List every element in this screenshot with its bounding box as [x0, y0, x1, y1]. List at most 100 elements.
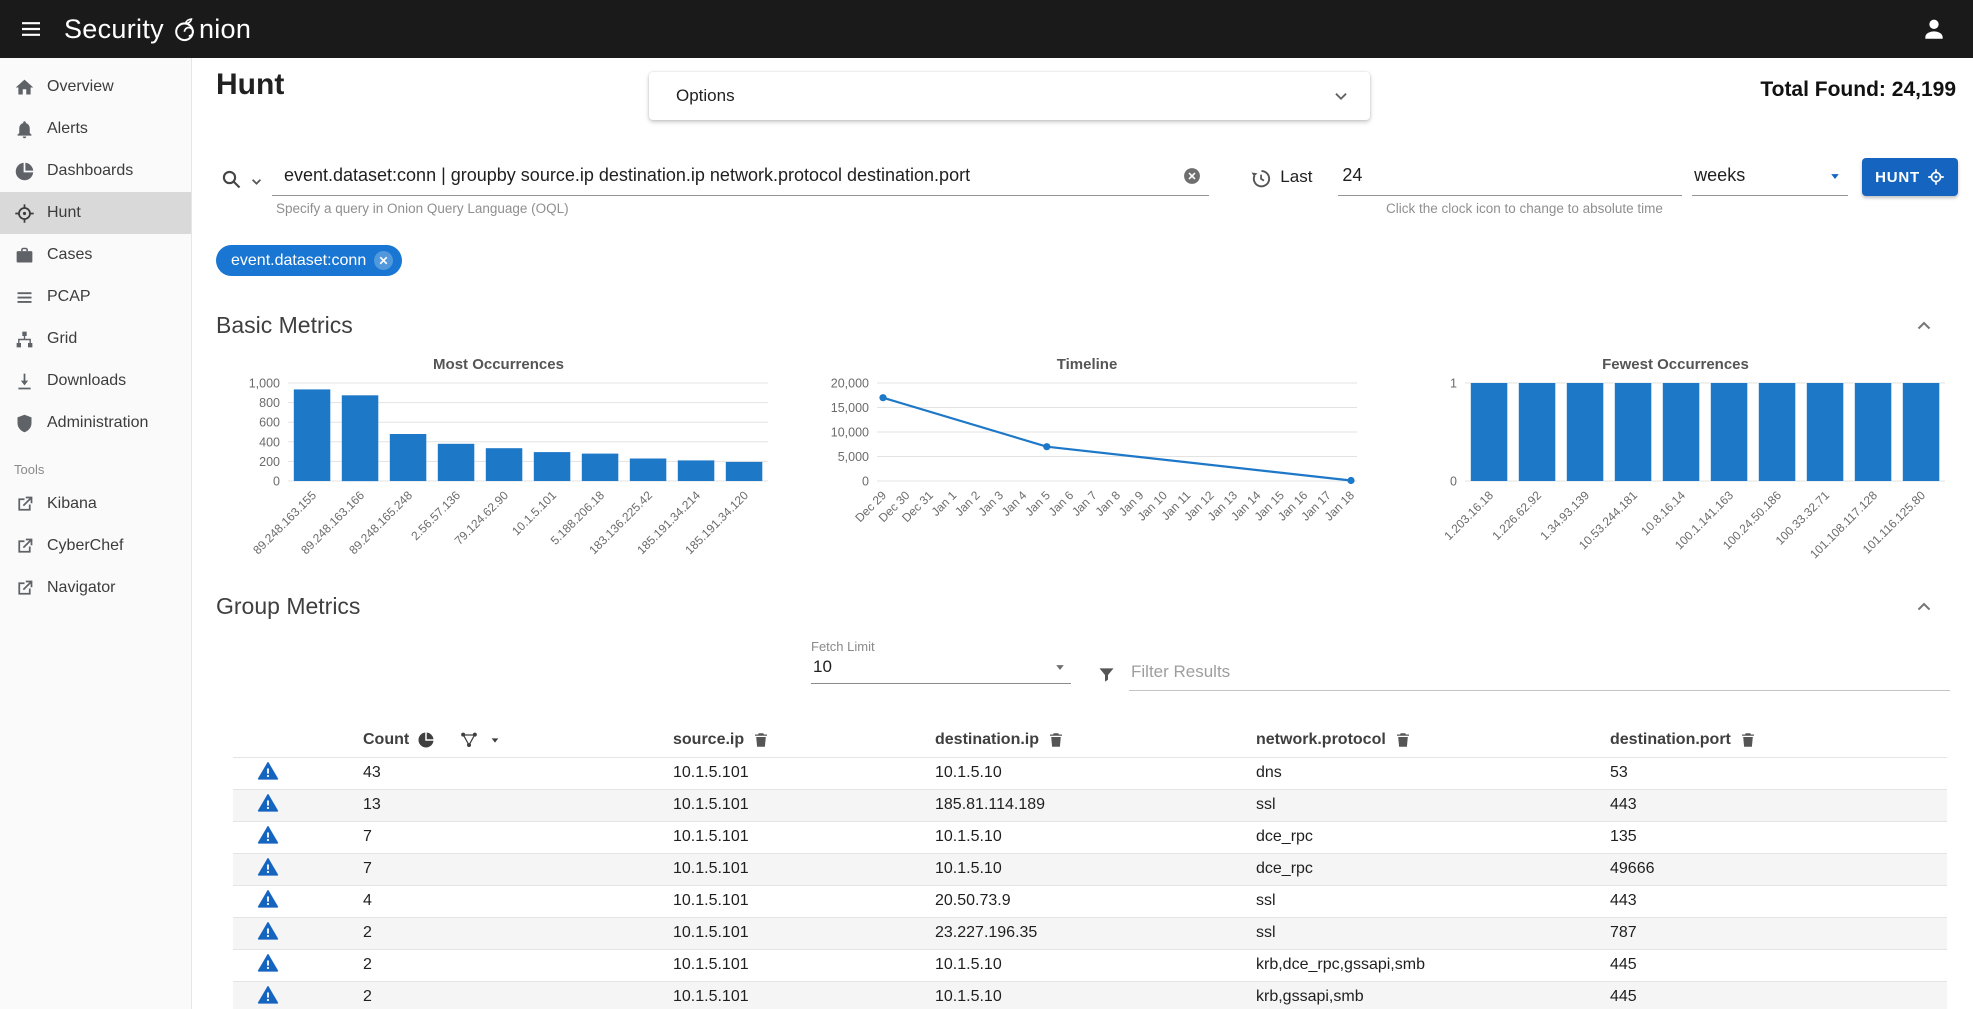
clear-query-icon[interactable]	[1179, 163, 1205, 189]
trash-icon[interactable]	[1739, 731, 1757, 749]
alert-triangle-icon[interactable]	[257, 984, 279, 1006]
sidebar-item-overview[interactable]: Overview	[0, 66, 191, 108]
cell-destination-ip[interactable]: 10.1.5.10	[935, 821, 1256, 853]
chart-title: Fewest Occurrences	[1393, 356, 1958, 375]
cell-network-protocol[interactable]: krb,gssapi,smb	[1256, 981, 1610, 1009]
alert-triangle-icon[interactable]	[257, 952, 279, 974]
sidebar-item-pcap[interactable]: PCAP	[0, 276, 191, 318]
cell-count[interactable]: 13	[363, 789, 673, 821]
cell-count[interactable]: 2	[363, 949, 673, 981]
cell-destination-port[interactable]: 787	[1610, 917, 1947, 949]
cell-network-protocol[interactable]: dce_rpc	[1256, 821, 1610, 853]
time-unit-select[interactable]: weeks	[1692, 158, 1848, 196]
column-header-count[interactable]: Count	[363, 731, 409, 749]
cell-network-protocol[interactable]: dns	[1256, 757, 1610, 789]
column-header-source-ip[interactable]: source.ip	[673, 731, 744, 749]
cell-source-ip[interactable]: 10.1.5.101	[673, 885, 935, 917]
cell-count[interactable]: 7	[363, 821, 673, 853]
cell-source-ip[interactable]: 10.1.5.101	[673, 789, 935, 821]
sidebar-item-cyberchef[interactable]: CyberChef	[0, 525, 191, 567]
group-graph-icon[interactable]	[459, 730, 479, 750]
cell-source-ip[interactable]: 10.1.5.101	[673, 949, 935, 981]
sidebar-item-dashboards[interactable]: Dashboards	[0, 150, 191, 192]
chip-close-icon[interactable]	[374, 251, 393, 270]
history-clock-icon[interactable]	[1249, 167, 1272, 190]
cell-destination-port[interactable]: 443	[1610, 885, 1947, 917]
fetch-limit-select[interactable]: Fetch Limit 10	[811, 639, 1071, 684]
user-account-icon[interactable]	[1917, 12, 1951, 46]
cell-destination-port[interactable]: 445	[1610, 981, 1947, 1009]
column-header-network-protocol[interactable]: network.protocol	[1256, 731, 1386, 749]
column-header-destination-ip[interactable]: destination.ip	[935, 731, 1039, 749]
alert-triangle-icon[interactable]	[257, 920, 279, 942]
cell-destination-port[interactable]: 53	[1610, 757, 1947, 789]
filter-results-input[interactable]	[1129, 658, 1950, 691]
chart-most-occurrences[interactable]: Most Occurrences 02004006008001,00089.24…	[216, 356, 781, 575]
caret-down-icon[interactable]	[487, 732, 503, 748]
cell-destination-ip[interactable]: 185.81.114.189	[935, 789, 1256, 821]
collapse-chevron-up-icon[interactable]	[1912, 314, 1936, 338]
table-row: 2 10.1.5.101 23.227.196.35 ssl 787	[233, 917, 1947, 949]
cell-destination-ip[interactable]: 23.227.196.35	[935, 917, 1256, 949]
alert-triangle-icon[interactable]	[257, 792, 279, 814]
cell-destination-ip[interactable]: 10.1.5.10	[935, 949, 1256, 981]
basic-metrics-charts: Most Occurrences 02004006008001,00089.24…	[216, 356, 1958, 575]
time-value-input[interactable]	[1340, 164, 1678, 187]
cell-source-ip[interactable]: 10.1.5.101	[673, 853, 935, 885]
cell-count[interactable]: 2	[363, 981, 673, 1009]
cell-count[interactable]: 7	[363, 853, 673, 885]
alert-triangle-icon[interactable]	[257, 856, 279, 878]
cell-source-ip[interactable]: 10.1.5.101	[673, 821, 935, 853]
cell-source-ip[interactable]: 10.1.5.101	[673, 757, 935, 789]
chart-timeline[interactable]: Timeline 05,00010,00015,00020,000Dec 29D…	[805, 356, 1370, 575]
collapse-chevron-up-icon[interactable]	[1912, 595, 1936, 619]
filter-chip[interactable]: event.dataset:conn	[216, 245, 402, 276]
alert-triangle-icon[interactable]	[257, 760, 279, 782]
hamburger-menu-icon[interactable]	[14, 12, 48, 46]
alert-triangle-icon[interactable]	[257, 824, 279, 846]
sidebar-item-administration[interactable]: Administration	[0, 402, 191, 444]
cell-destination-port[interactable]: 49666	[1610, 853, 1947, 885]
query-type-chevron-down-icon[interactable]	[246, 166, 268, 196]
sidebar-item-label: Dashboards	[47, 162, 133, 180]
sidebar-item-grid[interactable]: Grid	[0, 318, 191, 360]
cell-destination-port[interactable]: 443	[1610, 789, 1947, 821]
time-unit-value: weeks	[1694, 165, 1745, 186]
trash-icon[interactable]	[1047, 731, 1065, 749]
query-input[interactable]	[282, 164, 1179, 187]
pie-chart-icon[interactable]	[417, 731, 435, 749]
trash-icon[interactable]	[1394, 731, 1412, 749]
cell-count[interactable]: 2	[363, 917, 673, 949]
sidebar-item-downloads[interactable]: Downloads	[0, 360, 191, 402]
cell-network-protocol[interactable]: ssl	[1256, 789, 1610, 821]
hunt-button[interactable]: HUNT	[1862, 158, 1958, 196]
svg-text:200: 200	[259, 455, 280, 469]
chart-fewest-occurrences[interactable]: Fewest Occurrences 011.203.16.181.226.62…	[1393, 356, 1958, 575]
trash-icon[interactable]	[752, 731, 770, 749]
table-row: 2 10.1.5.101 10.1.5.10 krb,gssapi,smb 44…	[233, 981, 1947, 1009]
cell-destination-port[interactable]: 135	[1610, 821, 1947, 853]
sidebar-item-hunt[interactable]: Hunt	[0, 192, 191, 234]
cell-destination-ip[interactable]: 10.1.5.10	[935, 757, 1256, 789]
cell-count[interactable]: 4	[363, 885, 673, 917]
cell-destination-ip[interactable]: 20.50.73.9	[935, 885, 1256, 917]
cell-source-ip[interactable]: 10.1.5.101	[673, 981, 935, 1009]
column-header-destination-port[interactable]: destination.port	[1610, 731, 1731, 749]
sidebar-item-alerts[interactable]: Alerts	[0, 108, 191, 150]
cell-count[interactable]: 43	[363, 757, 673, 789]
cell-network-protocol[interactable]: ssl	[1256, 917, 1610, 949]
options-dropdown[interactable]: Options	[649, 72, 1370, 120]
alert-triangle-icon[interactable]	[257, 888, 279, 910]
cell-destination-ip[interactable]: 10.1.5.10	[935, 981, 1256, 1009]
cell-network-protocol[interactable]: dce_rpc	[1256, 853, 1610, 885]
cell-network-protocol[interactable]: ssl	[1256, 885, 1610, 917]
cell-destination-port[interactable]: 445	[1610, 949, 1947, 981]
cell-source-ip[interactable]: 10.1.5.101	[673, 917, 935, 949]
main-content: Hunt Options Total Found: 24,199 Last	[192, 58, 1973, 1009]
sidebar-item-kibana[interactable]: Kibana	[0, 483, 191, 525]
sidebar-item-navigator[interactable]: Navigator	[0, 567, 191, 609]
sidebar-item-cases[interactable]: Cases	[0, 234, 191, 276]
onion-logo-icon	[171, 16, 198, 43]
cell-network-protocol[interactable]: krb,dce_rpc,gssapi,smb	[1256, 949, 1610, 981]
cell-destination-ip[interactable]: 10.1.5.10	[935, 853, 1256, 885]
